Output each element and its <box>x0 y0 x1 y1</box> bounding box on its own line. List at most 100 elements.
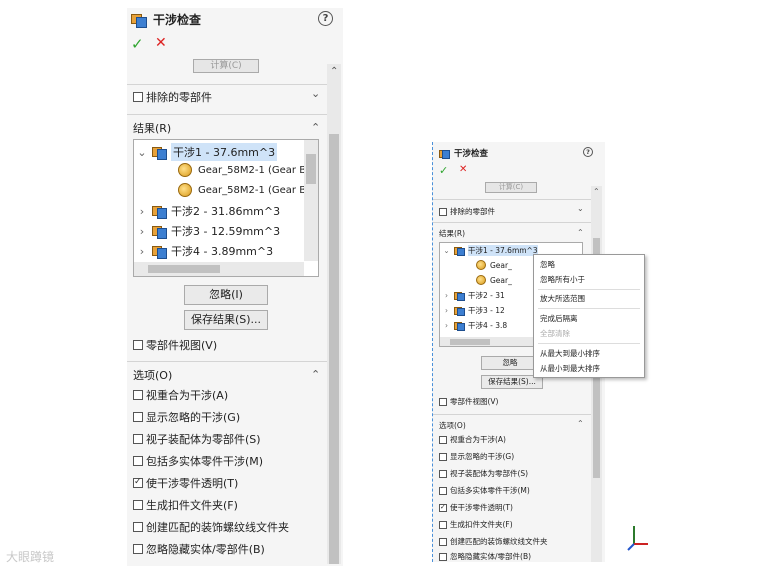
option-transparent[interactable]: 使干涉零件透明(T) <box>133 475 238 491</box>
option-thread-folder[interactable]: 创建匹配的装饰螺纹线文件夹 <box>439 536 548 547</box>
list-item[interactable]: › 干涉4 - 3.8 <box>442 320 507 331</box>
panel-scrollbar[interactable]: ⌃ <box>327 64 341 564</box>
calculate-button[interactable]: 计算(C) <box>193 59 259 73</box>
list-item[interactable]: › 干涉3 - 12.59mm^3 <box>136 223 280 239</box>
ok-button[interactable]: ✓ <box>131 35 144 53</box>
part-view-checkbox[interactable] <box>439 397 447 406</box>
part-view-option[interactable]: 零部件视图(V) <box>439 396 498 407</box>
option-thread-folder[interactable]: 创建匹配的装饰螺纹线文件夹 <box>133 519 289 535</box>
options-section-header[interactable]: 选项(O) <box>133 367 172 383</box>
scroll-up-icon[interactable]: ⌃ <box>330 66 338 77</box>
interference-icon <box>152 244 167 259</box>
scrollbar-thumb[interactable] <box>148 265 220 273</box>
chevron-up-icon[interactable]: ⌃ <box>577 228 584 237</box>
ok-button[interactable]: ✓ <box>439 164 448 177</box>
chevron-right-icon[interactable]: › <box>136 245 148 258</box>
chevron-right-icon[interactable]: › <box>442 306 451 315</box>
option-checkbox[interactable] <box>133 500 143 510</box>
chevron-up-icon[interactable]: ⌃ <box>311 368 320 381</box>
list-item[interactable]: Gear_ <box>476 260 512 270</box>
scrollbar-thumb[interactable] <box>450 339 490 345</box>
option-transparent[interactable]: 使干涉零件透明(T) <box>439 502 513 513</box>
option-subassembly[interactable]: 视子装配体为零部件(S) <box>439 468 528 479</box>
list-item[interactable]: › 干涉4 - 3.89mm^3 <box>136 243 273 259</box>
results-section-header[interactable]: 结果(R) <box>133 120 171 136</box>
help-icon[interactable]: ? <box>318 11 333 26</box>
option-checkbox[interactable] <box>439 435 447 444</box>
option-checkbox[interactable] <box>133 544 143 554</box>
results-vscroll[interactable] <box>304 140 318 261</box>
scroll-up-icon[interactable]: ⌃ <box>593 187 600 196</box>
results-list[interactable]: ⌄ 干涉1 - 37.6mm^3 Gear_58M2-1 (Gear Bl Ge… <box>133 139 319 277</box>
list-item[interactable]: ⌄ 干涉1 - 37.6mm^3 <box>442 245 538 256</box>
option-subassembly[interactable]: 视子装配体为零部件(S) <box>133 431 261 447</box>
list-item[interactable]: Gear_58M2-1 (Gear Bl <box>178 183 309 197</box>
part-view-option[interactable]: 零部件视图(V) <box>133 337 217 353</box>
options-section-header[interactable]: 选项(O) <box>439 420 466 431</box>
save-results-button[interactable]: 保存结果(S)... <box>184 310 268 330</box>
chevron-down-icon[interactable]: ⌄ <box>311 87 320 100</box>
option-show-ignored[interactable]: 显示忽略的干涉(G) <box>133 409 240 425</box>
ignore-button[interactable]: 忽略 <box>481 356 539 370</box>
option-checkbox[interactable] <box>133 390 143 400</box>
results-section-header[interactable]: 结果(R) <box>439 228 465 239</box>
option-checkbox[interactable] <box>133 434 143 444</box>
option-multibody[interactable]: 包括多实体零件干涉(M) <box>133 453 263 469</box>
list-item[interactable]: › 干涉2 - 31.86mm^3 <box>136 203 280 219</box>
chevron-down-icon[interactable]: ⌄ <box>442 246 451 255</box>
option-checkbox-checked[interactable] <box>439 503 447 512</box>
option-coincidence[interactable]: 视重合为干涉(A) <box>439 434 506 445</box>
menu-item-zoom-selection[interactable]: 放大所选范围 <box>540 293 585 304</box>
help-icon[interactable]: ? <box>583 147 593 157</box>
chevron-right-icon[interactable]: › <box>136 205 148 218</box>
menu-item-ignore[interactable]: 忽略 <box>540 259 555 270</box>
chevron-down-icon[interactable]: ⌄ <box>136 146 148 159</box>
option-checkbox[interactable] <box>439 469 447 478</box>
chevron-right-icon[interactable]: › <box>442 291 451 300</box>
menu-item-ignore-smaller[interactable]: 忽略所有小于 <box>540 274 585 285</box>
chevron-down-icon[interactable]: ⌄ <box>577 204 584 213</box>
option-checkbox[interactable] <box>133 522 143 532</box>
menu-item-sort-desc[interactable]: 从最大到最小排序 <box>540 348 600 359</box>
chevron-up-icon[interactable]: ⌃ <box>311 121 320 134</box>
watermark: 大眼蹲镜 <box>6 550 55 564</box>
results-hscroll[interactable] <box>134 262 304 276</box>
option-ignore-hidden[interactable]: 忽略隐藏实体/零部件(B) <box>133 541 265 557</box>
list-item[interactable]: ⌄ 干涉1 - 37.6mm^3 <box>136 143 278 161</box>
option-show-ignored[interactable]: 显示忽略的干涉(G) <box>439 451 514 462</box>
list-item[interactable]: Gear_58M2-1 (Gear Bl <box>178 163 309 177</box>
list-item[interactable]: Gear_ <box>476 275 512 285</box>
option-checkbox[interactable] <box>439 537 447 546</box>
ignore-button[interactable]: 忽略(I) <box>184 285 268 305</box>
option-checkbox[interactable] <box>133 456 143 466</box>
list-item[interactable]: › 干涉2 - 31 <box>442 290 505 301</box>
excluded-label: 排除的零部件 <box>146 91 212 104</box>
calculate-button[interactable]: 计算(C) <box>485 182 537 193</box>
chevron-right-icon[interactable]: › <box>136 225 148 238</box>
option-checkbox[interactable] <box>439 520 447 529</box>
option-checkbox[interactable] <box>439 486 447 495</box>
scrollbar-thumb[interactable] <box>329 134 339 564</box>
excluded-section-header[interactable]: 排除的零部件 <box>133 89 212 105</box>
option-multibody[interactable]: 包括多实体零件干涉(M) <box>439 485 530 496</box>
cancel-button[interactable]: ✕ <box>155 35 167 51</box>
option-checkbox[interactable] <box>133 412 143 422</box>
excluded-checkbox[interactable] <box>439 207 447 216</box>
menu-item-sort-asc[interactable]: 从最小到最大排序 <box>540 363 600 374</box>
option-ignore-hidden[interactable]: 忽略隐藏实体/零部件(B) <box>439 551 531 562</box>
option-checkbox-checked[interactable] <box>133 477 143 488</box>
option-checkbox[interactable] <box>439 552 447 561</box>
chevron-up-icon[interactable]: ⌃ <box>577 419 584 428</box>
menu-item-isolate[interactable]: 完成后隔离 <box>540 313 578 324</box>
option-coincidence[interactable]: 视重合为干涉(A) <box>133 387 228 403</box>
excluded-checkbox[interactable] <box>133 92 143 102</box>
option-checkbox[interactable] <box>439 452 447 461</box>
part-view-checkbox[interactable] <box>133 340 143 350</box>
list-item[interactable]: › 干涉3 - 12 <box>442 305 505 316</box>
option-fastener-folder[interactable]: 生成扣件文件夹(F) <box>133 497 238 513</box>
cancel-button[interactable]: ✕ <box>459 164 467 175</box>
scrollbar-thumb[interactable] <box>306 154 316 184</box>
option-fastener-folder[interactable]: 生成扣件文件夹(F) <box>439 519 513 530</box>
excluded-section-header[interactable]: 排除的零部件 <box>439 206 495 217</box>
chevron-right-icon[interactable]: › <box>442 321 451 330</box>
